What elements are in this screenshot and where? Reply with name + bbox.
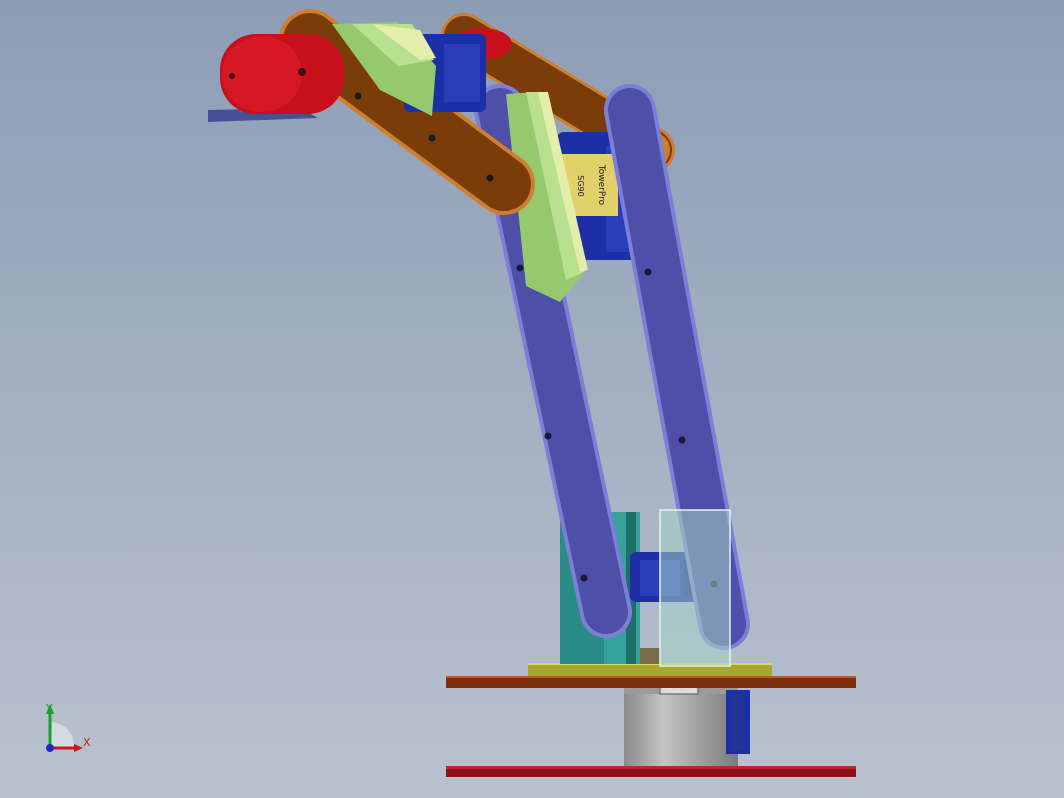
robot-arm-assembly: TowerPro SG90 Y X — [45, 9, 856, 777]
pcb-board[interactable] — [528, 663, 772, 676]
view-orientation-triad[interactable]: Y X — [45, 702, 91, 752]
base-motor[interactable] — [624, 685, 738, 766]
base-plate[interactable] — [446, 676, 856, 688]
bottom-plate[interactable] — [446, 766, 856, 777]
shoulder-standoff — [640, 648, 660, 664]
triad-x-label: X — [83, 736, 91, 749]
gripper-horn-front[interactable] — [220, 34, 344, 114]
base-side-servo[interactable] — [726, 690, 750, 754]
triad-y-label: Y — [45, 702, 53, 715]
svg-text:TowerPro: TowerPro — [596, 164, 606, 206]
svg-text:SG90: SG90 — [576, 175, 585, 196]
shoulder-bracket-glass[interactable] — [659, 509, 731, 667]
cad-viewport[interactable]: TowerPro SG90 Y X — [0, 0, 1064, 798]
